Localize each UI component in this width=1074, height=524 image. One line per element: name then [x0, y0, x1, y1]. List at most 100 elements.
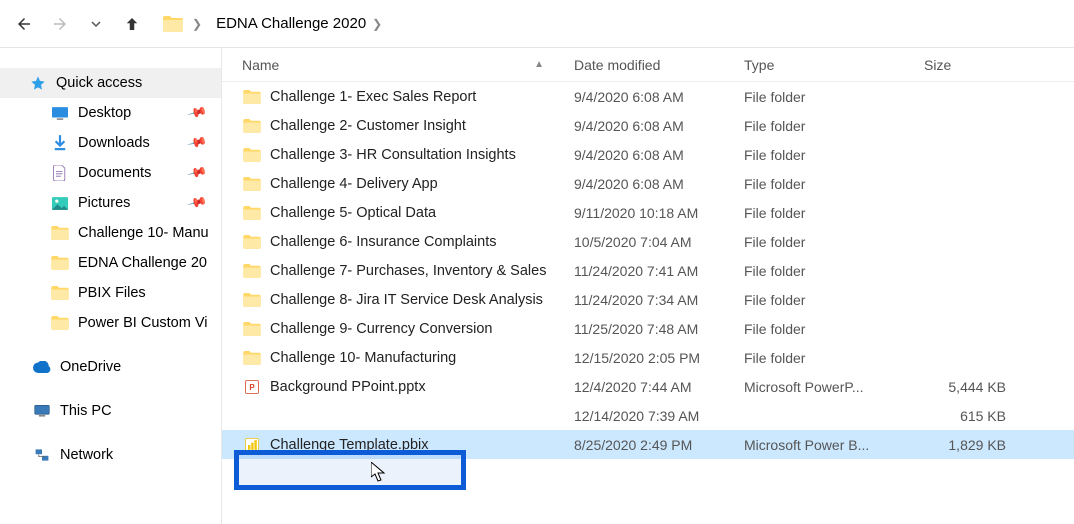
breadcrumb-sep-icon: ❯	[372, 17, 382, 31]
file-row[interactable]: PBackground PPoint.pptx12/4/2020 7:44 AM…	[222, 372, 1074, 401]
sidebar-item-label: Network	[60, 447, 113, 463]
file-name: Challenge 3- HR Consultation Insights	[270, 147, 516, 163]
nav-up-button[interactable]	[118, 10, 146, 38]
file-date: 11/25/2020 7:48 AM	[574, 321, 744, 337]
sidebar-item[interactable]: EDNA Challenge 20	[0, 248, 221, 278]
folder-icon	[50, 253, 70, 273]
file-date: 10/5/2020 7:04 AM	[574, 234, 744, 250]
breadcrumb[interactable]: EDNA Challenge 2020 ❯	[216, 15, 382, 32]
column-header-size[interactable]: Size	[924, 57, 1024, 73]
file-name: Challenge 8- Jira IT Service Desk Analys…	[270, 292, 543, 308]
sidebar-item-label: Pictures	[78, 195, 130, 211]
file-type: File folder	[744, 89, 924, 105]
file-row[interactable]: Challenge 4- Delivery App 9/4/2020 6:08 A…	[222, 169, 1074, 198]
nav-back-button[interactable]	[10, 10, 38, 38]
column-label: Name	[242, 57, 279, 73]
pc-icon	[32, 401, 52, 421]
file-type: File folder	[744, 147, 924, 163]
file-type: File folder	[744, 118, 924, 134]
file-type: File folder	[744, 292, 924, 308]
column-header-name[interactable]: Name ▲	[222, 57, 574, 73]
sidebar-item[interactable]: PBIX Files	[0, 278, 221, 308]
sidebar-item-label: PBIX Files	[78, 285, 146, 301]
file-date: 9/4/2020 6:08 AM	[574, 118, 744, 134]
folder-icon	[242, 262, 262, 280]
sidebar-item-label: Challenge 10- Manu	[78, 225, 209, 241]
navigation-pane: Quick access Desktop📌Downloads📌Documents…	[0, 48, 222, 524]
file-name: Challenge 1- Exec Sales Report	[270, 89, 476, 105]
column-header-type[interactable]: Type	[744, 57, 924, 73]
file-name: Challenge 5- Optical Data	[270, 205, 436, 221]
file-row[interactable]: Challenge 8- Jira IT Service Desk Analys…	[222, 285, 1074, 314]
pin-icon: 📌	[186, 162, 208, 184]
folder-icon	[242, 233, 262, 251]
file-row[interactable]: Challenge 6- Insurance Complaints 10/5/20…	[222, 227, 1074, 256]
breadcrumb-item[interactable]: EDNA Challenge 2020	[216, 15, 366, 32]
file-row[interactable]: Challenge 2- Customer Insight9/4/2020 6:…	[222, 111, 1074, 140]
file-type: File folder	[744, 350, 924, 366]
file-type: Microsoft PowerP...	[744, 379, 924, 395]
pictures-icon	[50, 193, 70, 213]
folder-icon	[50, 313, 70, 333]
downloads-icon	[50, 133, 70, 153]
file-date: 9/4/2020 6:08 AM	[574, 176, 744, 192]
sidebar-item-label: Power BI Custom Vi	[78, 315, 207, 331]
file-name: Challenge 7- Purchases, Inventory & Sale…	[270, 263, 546, 279]
recent-locations-button[interactable]	[82, 10, 110, 38]
file-row[interactable]: Challenge 9- Currency Conversion11/25/20…	[222, 314, 1074, 343]
folder-icon	[242, 291, 262, 309]
sidebar-item[interactable]: Pictures📌	[0, 188, 221, 218]
file-name: Challenge 4- Delivery App	[270, 176, 438, 192]
file-date: 12/4/2020 7:44 AM	[574, 379, 744, 395]
file-row[interactable]: Challenge Template.pbix8/25/2020 2:49 PM…	[222, 430, 1074, 459]
file-row[interactable]: Challenge 3- HR Consultation Insights9/4…	[222, 140, 1074, 169]
file-row[interactable]: Challenge 1- Exec Sales Report9/4/2020 6…	[222, 82, 1074, 111]
sort-asc-icon: ▲	[534, 59, 544, 70]
none-icon	[242, 407, 262, 425]
file-size: 1,829 KB	[924, 437, 1024, 453]
breadcrumb-sep-icon: ❯	[192, 17, 202, 31]
file-row[interactable]: Challenge 5- Optical Data9/11/2020 10:18…	[222, 198, 1074, 227]
sidebar-item[interactable]: Power BI Custom Vi	[0, 308, 221, 338]
pin-icon: 📌	[186, 102, 208, 124]
file-name: Challenge 6- Insurance Complaints	[270, 234, 497, 250]
file-date: 12/15/2020 2:05 PM	[574, 350, 744, 366]
pbix-icon	[242, 436, 262, 454]
sidebar-item-label: This PC	[60, 403, 112, 419]
svg-text:P: P	[249, 383, 255, 392]
file-size: 5,444 KB	[924, 379, 1024, 395]
sidebar-item[interactable]: Documents 📌	[0, 158, 221, 188]
file-row[interactable]: Challenge 7- Purchases, Inventory & Sale…	[222, 256, 1074, 285]
file-name: Challenge Template.pbix	[270, 437, 429, 453]
desktop-icon	[50, 103, 70, 123]
sidebar-item-label: Desktop	[78, 105, 131, 121]
folder-icon	[242, 117, 262, 135]
sidebar-item[interactable]: Downloads📌	[0, 128, 221, 158]
star-icon	[28, 73, 48, 93]
column-header-date[interactable]: Date modified	[574, 57, 744, 73]
file-type: File folder	[744, 321, 924, 337]
pin-icon: 📌	[186, 132, 208, 154]
folder-icon	[50, 283, 70, 303]
sidebar-item[interactable]: Challenge 10- Manu	[0, 218, 221, 248]
sidebar-item-label: Quick access	[56, 75, 142, 91]
sidebar-this-pc[interactable]: This PC	[0, 396, 221, 426]
file-type: File folder	[744, 263, 924, 279]
folder-icon	[242, 349, 262, 367]
sidebar-quick-access[interactable]: Quick access	[0, 68, 221, 98]
folder-icon	[242, 175, 262, 193]
file-row[interactable]: Challenge 10- Manufacturing12/15/2020 2:…	[222, 343, 1074, 372]
file-list-pane: Name ▲ Date modified Type Size Challenge…	[222, 48, 1074, 524]
nav-forward-button[interactable]	[46, 10, 74, 38]
folder-icon	[242, 320, 262, 338]
column-header-row: Name ▲ Date modified Type Size	[222, 48, 1074, 82]
file-type: File folder	[744, 176, 924, 192]
file-row[interactable]: 12/14/2020 7:39 AM615 KB	[222, 401, 1074, 430]
sidebar-onedrive[interactable]: OneDrive	[0, 352, 221, 382]
sidebar-network[interactable]: Network	[0, 440, 221, 470]
sidebar-item-label: Documents	[78, 165, 151, 181]
address-folder-icon[interactable]	[162, 13, 184, 35]
file-type: File folder	[744, 205, 924, 221]
sidebar-item[interactable]: Desktop 📌	[0, 98, 221, 128]
folder-icon	[242, 204, 262, 222]
